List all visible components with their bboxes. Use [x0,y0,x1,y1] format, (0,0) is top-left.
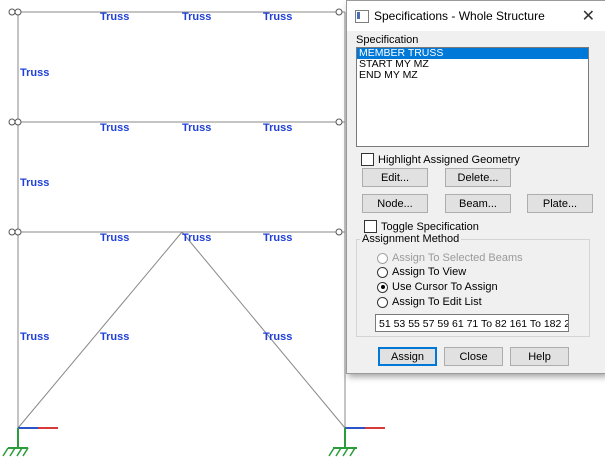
help-button[interactable]: Help [510,347,569,366]
assign-edit-list-label: Assign To Edit List [392,296,482,308]
window-icon [355,10,369,23]
toggle-specification-checkbox[interactable]: Toggle Specification [364,220,479,233]
use-cursor-radio[interactable]: Use Cursor To Assign [377,281,498,293]
delete-button[interactable]: Delete... [445,168,511,187]
member-label: Truss [182,122,212,134]
specification-list[interactable]: MEMBER TRUSS START MY MZ END MY MZ [356,47,589,147]
member-label: Truss [100,232,130,244]
member-label: Truss [263,331,293,343]
use-cursor-label: Use Cursor To Assign [392,281,498,293]
dialog-title: Specifications - Whole Structure [374,9,545,23]
edit-list-field[interactable]: 51 53 55 57 59 61 71 To 82 161 To 182 26… [375,314,569,332]
toggle-specification-label: Toggle Specification [381,220,479,233]
fixed-support-icon [2,427,58,457]
member-label: Truss [263,232,293,244]
radio-button[interactable] [377,296,388,308]
member-label: Truss [263,122,293,134]
member-label: Truss [100,122,130,134]
close-icon[interactable]: ✕ [582,6,595,26]
assign-edit-list-radio[interactable]: Assign To Edit List [377,296,482,308]
assign-selected-beams-label: Assign To Selected Beams [392,252,523,264]
assign-view-radio[interactable]: Assign To View [377,266,466,278]
assignment-method-label: Assignment Method [360,233,462,245]
assign-view-label: Assign To View [392,266,467,278]
highlight-geometry-checkbox[interactable]: Highlight Assigned Geometry [361,153,520,166]
member-label: Truss [182,11,212,23]
radio-button [377,252,388,264]
member-label: Truss [100,331,130,343]
highlight-geometry-label: Highlight Assigned Geometry [378,153,520,166]
checkbox-box[interactable] [364,220,377,233]
beam-button[interactable]: Beam... [445,194,511,213]
member-label: Truss [20,67,50,79]
brace-left[interactable] [17,231,183,429]
member-label: Truss [100,11,130,23]
node-button[interactable]: Node... [362,194,428,213]
edit-button[interactable]: Edit... [362,168,428,187]
member-label: Truss [20,177,50,189]
fixed-support-icon [328,427,385,457]
dialog-titlebar[interactable]: Specifications - Whole Structure ✕ [347,1,605,31]
member-label: Truss [182,232,212,244]
member-label: Truss [263,11,293,23]
brace-right[interactable] [181,231,346,429]
list-item[interactable]: END MY MZ [357,70,588,81]
assign-button[interactable]: Assign [378,347,437,366]
specification-label: Specification [356,34,419,46]
checkbox-box[interactable] [361,153,374,166]
close-button[interactable]: Close [444,347,503,366]
radio-button[interactable] [377,266,388,278]
member-label: Truss [20,331,50,343]
assign-selected-beams-radio: Assign To Selected Beams [377,252,523,264]
radio-button[interactable] [377,281,388,293]
plate-button[interactable]: Plate... [527,194,593,213]
